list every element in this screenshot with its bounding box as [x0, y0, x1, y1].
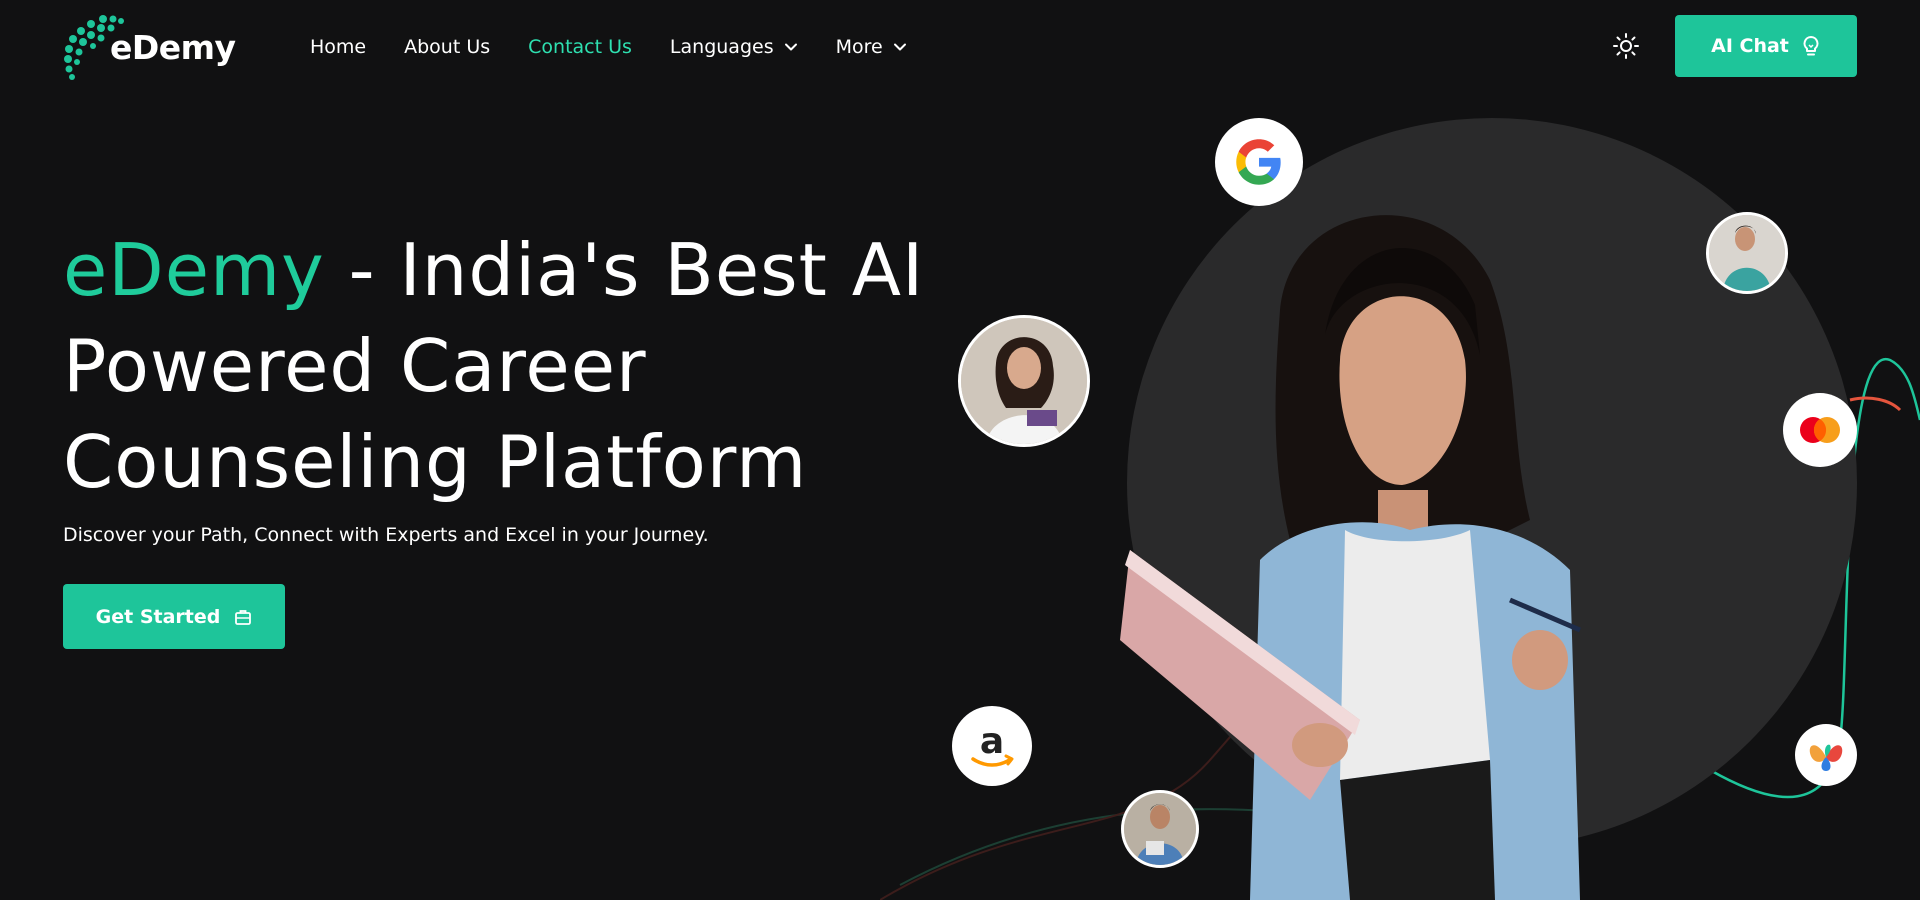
- nav-contact-us-label: Contact Us: [528, 36, 632, 58]
- site-header: eDemy Home About Us Contact Us Languages…: [0, 0, 1920, 94]
- ai-chat-label: AI Chat: [1711, 35, 1789, 57]
- hero-title-accent: eDemy: [63, 228, 325, 312]
- butterfly-icon: [1809, 744, 1843, 771]
- student-avatar: [1121, 790, 1199, 868]
- nav-home[interactable]: Home: [310, 36, 366, 58]
- main-nav: Home About Us Contact Us Languages More: [310, 34, 945, 60]
- google-logo: [1215, 118, 1303, 206]
- mastercard-icon: [1800, 417, 1840, 443]
- sun-icon[interactable]: [1612, 32, 1640, 60]
- get-started-button[interactable]: Get Started: [63, 584, 285, 649]
- briefcase-icon: [235, 609, 252, 625]
- amazon-icon: a: [971, 721, 1014, 767]
- nav-more-dropdown[interactable]: More: [836, 36, 907, 58]
- nav-more-label: More: [835, 36, 883, 58]
- student-photo: [1120, 215, 1581, 900]
- nav-languages-dropdown[interactable]: Languages: [670, 36, 798, 58]
- nav-about-us-label: About Us: [404, 36, 491, 58]
- nav-languages-label: Languages: [669, 36, 774, 58]
- svg-text:a: a: [980, 721, 1004, 762]
- mastercard-logo: [1783, 393, 1857, 467]
- ai-chat-button[interactable]: AI Chat: [1675, 15, 1857, 77]
- chevron-down-icon: [784, 43, 797, 51]
- amazon-logo: a: [952, 706, 1032, 786]
- nav-home-label: Home: [310, 36, 367, 58]
- student-avatar: [1706, 212, 1788, 294]
- get-started-label: Get Started: [95, 605, 221, 628]
- logo-text: eDemy: [110, 28, 236, 67]
- hero-subtitle: Discover your Path, Connect with Experts…: [63, 524, 709, 546]
- student-avatar-image: [961, 318, 1087, 444]
- butterfly-logo: [1795, 724, 1857, 786]
- google-icon: [1236, 139, 1281, 185]
- student-avatar: [958, 315, 1090, 447]
- student-avatar-image: [1124, 793, 1196, 865]
- student-avatar-image: [1709, 215, 1785, 291]
- nav-contact-us[interactable]: Contact Us: [528, 36, 632, 58]
- chevron-down-icon: [893, 43, 906, 51]
- logo[interactable]: eDemy: [63, 12, 236, 82]
- bulb-icon: [1803, 36, 1819, 56]
- nav-about-us[interactable]: About Us: [404, 36, 490, 58]
- hero-title: eDemy - India's Best AI Powered Career C…: [63, 222, 1003, 510]
